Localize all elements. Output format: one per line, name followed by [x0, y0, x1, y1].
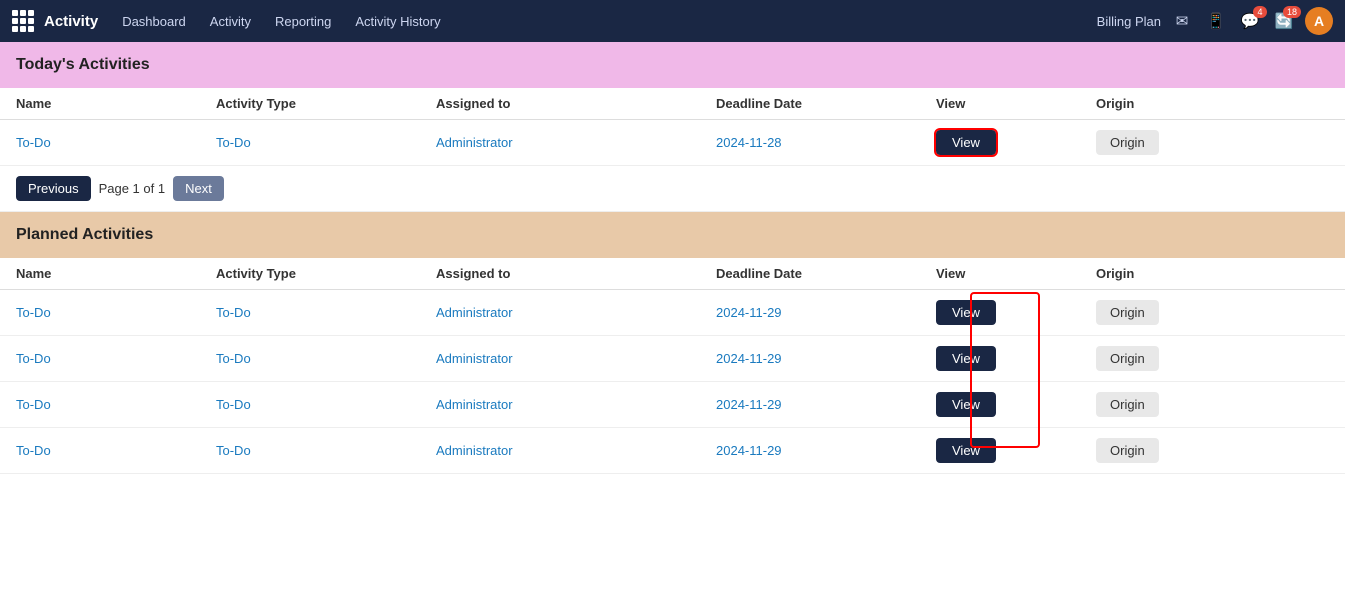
today-row1-view-cell: View	[936, 130, 1096, 155]
planned-row4-origin-cell: Origin	[1096, 438, 1329, 463]
top-navigation: Activity Dashboard Activity Reporting Ac…	[0, 0, 1345, 42]
planned-row1-origin-cell: Origin	[1096, 300, 1329, 325]
today-col-name: Name	[16, 96, 216, 111]
nav-right: Billing Plan ✉ 📱 💬 4 🔄 18 A	[1097, 7, 1333, 35]
planned-row1-deadline: 2024-11-29	[716, 305, 936, 320]
planned-row2-type[interactable]: To-Do	[216, 351, 436, 366]
planned-col-view: View	[936, 266, 1096, 281]
planned-row3-origin-cell: Origin	[1096, 392, 1329, 417]
today-table-header: Name Activity Type Assigned to Deadline …	[0, 88, 1345, 120]
today-section-title: Today's Activities	[16, 56, 150, 73]
page-info: Page 1 of 1	[99, 181, 166, 196]
planned-table: Name Activity Type Assigned to Deadline …	[0, 258, 1345, 474]
planned-row4-type[interactable]: To-Do	[216, 443, 436, 458]
planned-row2-deadline: 2024-11-29	[716, 351, 936, 366]
planned-row2-view-cell: View	[936, 346, 1096, 371]
planned-row2-origin-button[interactable]: Origin	[1096, 346, 1159, 371]
today-col-origin: Origin	[1096, 96, 1329, 111]
nav-activity[interactable]: Activity	[200, 0, 261, 42]
today-row1-assigned[interactable]: Administrator	[436, 135, 716, 150]
today-row1-origin-button[interactable]: Origin	[1096, 130, 1159, 155]
user-avatar-button[interactable]: A	[1305, 7, 1333, 35]
previous-button[interactable]: Previous	[16, 176, 91, 201]
whatsapp-icon-button[interactable]: 📱	[1203, 8, 1229, 34]
planned-table-row: To-Do To-Do Administrator 2024-11-29 Vie…	[0, 336, 1345, 382]
planned-row3-type[interactable]: To-Do	[216, 397, 436, 412]
planned-row1-assigned[interactable]: Administrator	[436, 305, 716, 320]
planned-table-row: To-Do To-Do Administrator 2024-11-29 Vie…	[0, 428, 1345, 474]
today-table-row: To-Do To-Do Administrator 2024-11-28 Vie…	[0, 120, 1345, 166]
refresh-badge: 18	[1283, 6, 1301, 18]
planned-row1-view-button[interactable]: View	[936, 300, 996, 325]
nav-reporting[interactable]: Reporting	[265, 0, 341, 42]
planned-row4-view-button[interactable]: View	[936, 438, 996, 463]
planned-row2-name[interactable]: To-Do	[16, 351, 216, 366]
planned-row3-view-button[interactable]: View	[936, 392, 996, 417]
today-col-assigned: Assigned to	[436, 96, 716, 111]
today-table: Name Activity Type Assigned to Deadline …	[0, 88, 1345, 166]
today-row1-deadline: 2024-11-28	[716, 135, 936, 150]
chat-icon-button[interactable]: 💬 4	[1237, 8, 1263, 34]
planned-row3-deadline: 2024-11-29	[716, 397, 936, 412]
nav-dashboard[interactable]: Dashboard	[112, 0, 196, 42]
planned-row1-origin-button[interactable]: Origin	[1096, 300, 1159, 325]
planned-col-name: Name	[16, 266, 216, 281]
today-col-deadline: Deadline Date	[716, 96, 936, 111]
planned-row4-name[interactable]: To-Do	[16, 443, 216, 458]
planned-row3-name[interactable]: To-Do	[16, 397, 216, 412]
main-content: Today's Activities Name Activity Type As…	[0, 42, 1345, 474]
planned-table-header: Name Activity Type Assigned to Deadline …	[0, 258, 1345, 290]
today-col-activity-type: Activity Type	[216, 96, 436, 111]
planned-row2-view-button[interactable]: View	[936, 346, 996, 371]
planned-col-deadline: Deadline Date	[716, 266, 936, 281]
billing-plan-label: Billing Plan	[1097, 14, 1161, 29]
planned-col-assigned: Assigned to	[436, 266, 716, 281]
chat-badge: 4	[1253, 6, 1267, 18]
planned-col-origin: Origin	[1096, 266, 1329, 281]
planned-col-activity-type: Activity Type	[216, 266, 436, 281]
nav-activity-history[interactable]: Activity History	[345, 0, 450, 42]
planned-row4-view-cell: View	[936, 438, 1096, 463]
today-pagination: Previous Page 1 of 1 Next	[0, 166, 1345, 212]
planned-section-header: Planned Activities	[0, 212, 1345, 258]
today-row1-view-button[interactable]: View	[936, 130, 996, 155]
planned-row2-origin-cell: Origin	[1096, 346, 1329, 371]
planned-row1-name[interactable]: To-Do	[16, 305, 216, 320]
today-row1-type[interactable]: To-Do	[216, 135, 436, 150]
today-section-header: Today's Activities	[0, 42, 1345, 88]
planned-row1-type[interactable]: To-Do	[216, 305, 436, 320]
today-row1-name[interactable]: To-Do	[16, 135, 216, 150]
today-row1-origin-cell: Origin	[1096, 130, 1329, 155]
refresh-icon-button[interactable]: 🔄 18	[1271, 8, 1297, 34]
planned-table-row: To-Do To-Do Administrator 2024-11-29 Vie…	[0, 382, 1345, 428]
app-brand: Activity	[44, 13, 98, 30]
next-button[interactable]: Next	[173, 176, 224, 201]
planned-row1-view-cell: View	[936, 300, 1096, 325]
planned-row2-assigned[interactable]: Administrator	[436, 351, 716, 366]
planned-row3-origin-button[interactable]: Origin	[1096, 392, 1159, 417]
today-col-view: View	[936, 96, 1096, 111]
planned-row4-assigned[interactable]: Administrator	[436, 443, 716, 458]
email-icon-button[interactable]: ✉	[1169, 8, 1195, 34]
planned-row3-view-cell: View	[936, 392, 1096, 417]
grid-menu-icon[interactable]	[12, 10, 34, 32]
planned-row4-deadline: 2024-11-29	[716, 443, 936, 458]
planned-section-title: Planned Activities	[16, 226, 153, 243]
planned-row4-origin-button[interactable]: Origin	[1096, 438, 1159, 463]
planned-table-row: To-Do To-Do Administrator 2024-11-29 Vie…	[0, 290, 1345, 336]
planned-row3-assigned[interactable]: Administrator	[436, 397, 716, 412]
